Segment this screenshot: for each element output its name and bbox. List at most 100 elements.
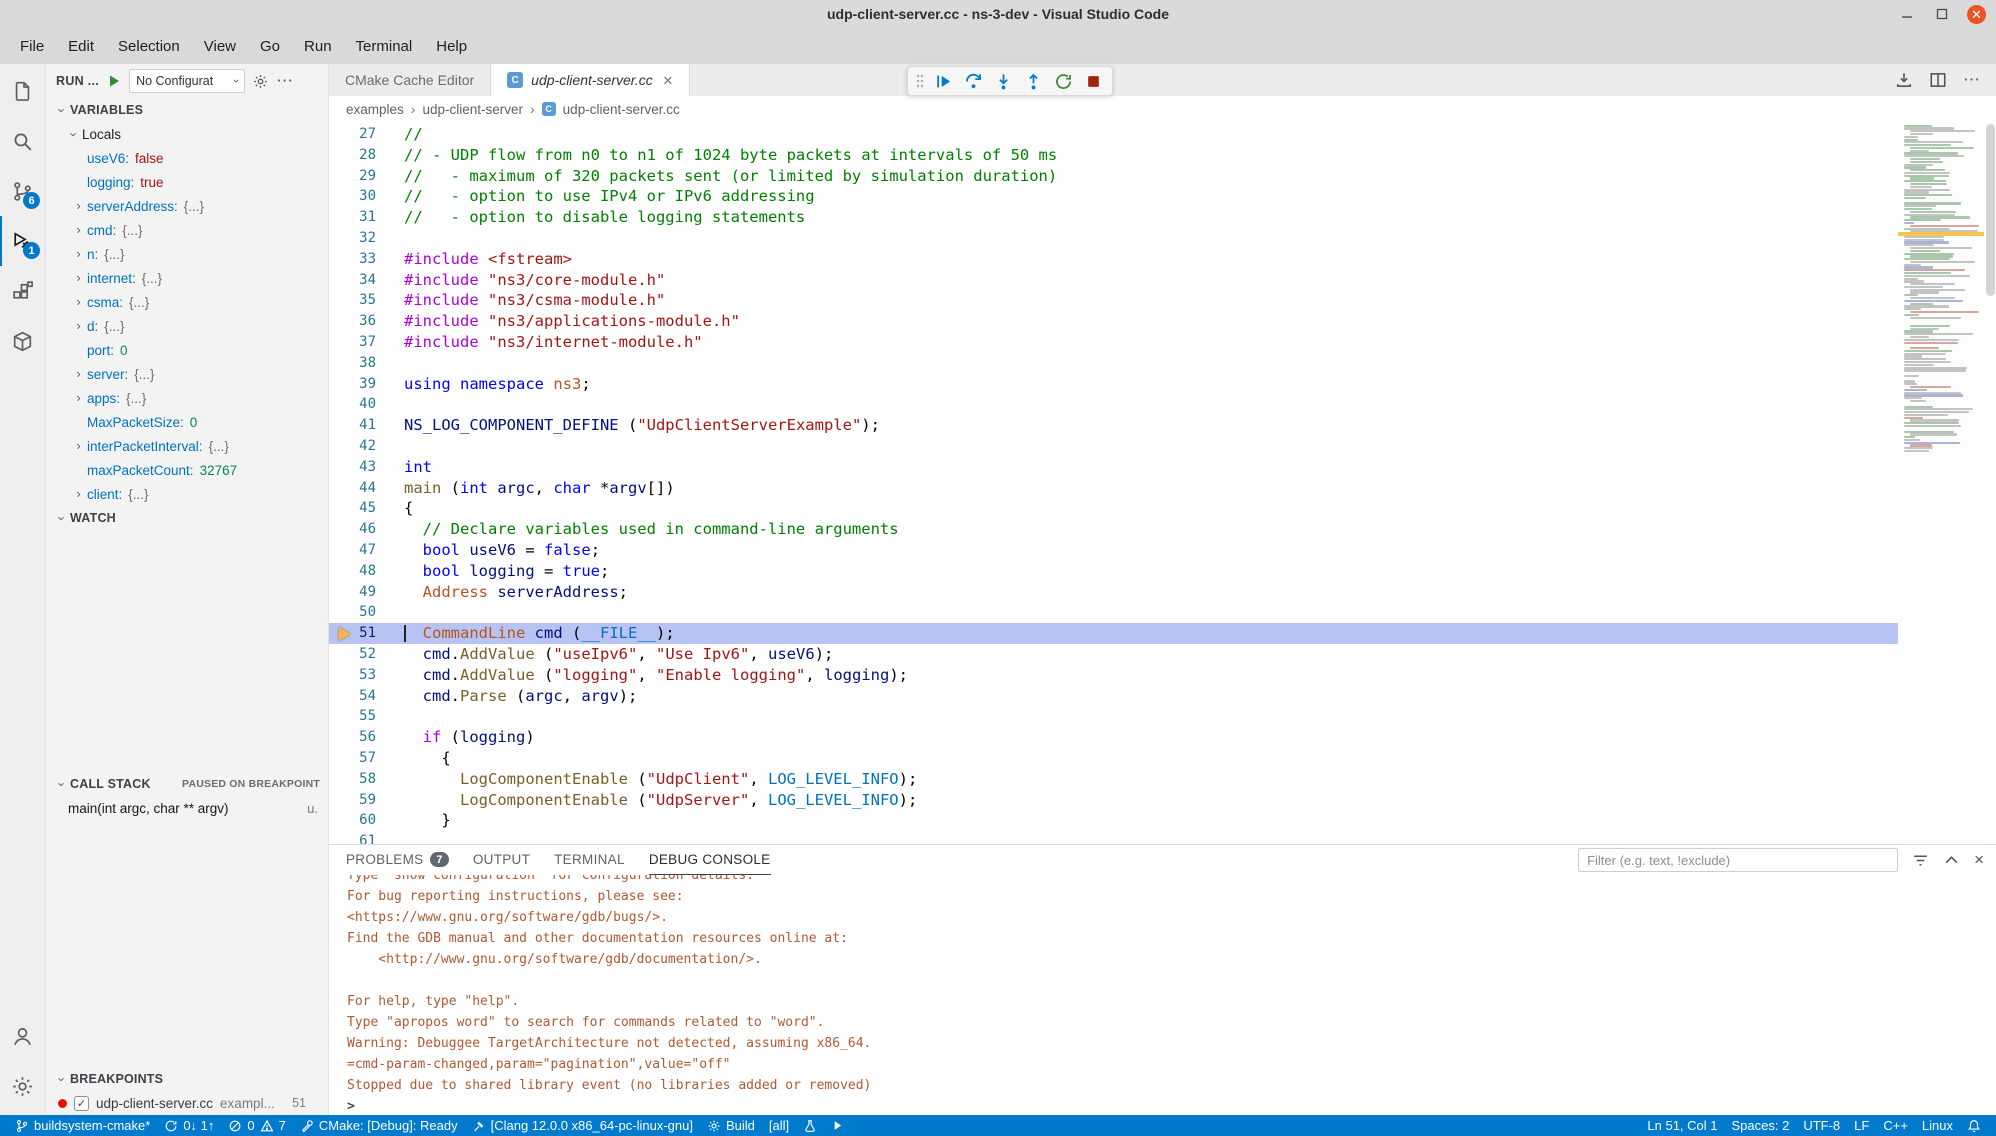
variable-row-d[interactable]: ›d:{...} [46,314,328,338]
variable-row-logging[interactable]: logging:true [46,170,328,194]
code-line-32[interactable]: 32 [329,228,1898,249]
code-line-33[interactable]: 33#include <fstream> [329,249,1898,270]
menu-edit[interactable]: Edit [56,33,106,60]
chevron-right-icon[interactable]: › [70,295,87,309]
code-line-41[interactable]: 41NS_LOG_COMPONENT_DEFINE ("UdpClientSer… [329,415,1898,436]
chevron-right-icon[interactable]: › [70,319,87,333]
run-debug-icon[interactable]: 1 [0,216,45,266]
variable-row-port[interactable]: port:0 [46,338,328,362]
variable-row-maxPacketCount[interactable]: maxPacketCount:32767 [46,458,328,482]
breadcrumb-item[interactable]: udp-client-server.cc [563,102,680,117]
sync-item[interactable]: 0↓ 1↑ [157,1115,221,1136]
code-line-49[interactable]: 49 Address serverAddress; [329,582,1898,603]
minimap[interactable] [1898,122,1984,844]
git-branch-item[interactable]: buildsystem-cmake* [8,1115,157,1136]
split-editor-icon[interactable] [1929,71,1947,89]
code-line-45[interactable]: 45{ [329,498,1898,519]
panel-tab-output[interactable]: OUTPUT [473,845,530,875]
scrollbar-thumb[interactable] [1986,124,1995,296]
code-editor[interactable]: 27//28// - UDP flow from n0 to n1 of 102… [329,122,1898,844]
breadcrumb-item[interactable]: udp-client-server [422,102,523,117]
code-line-39[interactable]: 39using namespace ns3; [329,374,1898,395]
chevron-right-icon[interactable]: › [70,367,87,381]
step-over-icon[interactable] [960,68,987,94]
breakpoint-row[interactable]: ✓ udp-client-server.cc exampl... 51 [46,1091,328,1115]
cmake-target-item[interactable]: [all] [762,1115,796,1136]
code-line-27[interactable]: 27// [329,124,1898,145]
tab-udp-client-server[interactable]: C udp-client-server.cc × [491,64,690,96]
code-line-40[interactable]: 40 [329,394,1898,415]
debug-config-dropdown[interactable]: No Configurat › [129,69,245,93]
indentation-item[interactable]: Spaces: 2 [1725,1118,1797,1133]
menu-terminal[interactable]: Terminal [344,33,425,60]
problems-item[interactable]: 0 7 [221,1115,292,1136]
settings-gear-icon[interactable] [0,1061,45,1111]
source-control-icon[interactable]: 6 [0,166,45,216]
chevron-right-icon[interactable]: › [70,487,87,501]
call-stack-section-header[interactable]: › CALL STACK PAUSED ON BREAKPOINT [46,772,328,796]
variable-row-csma[interactable]: ›csma:{...} [46,290,328,314]
code-line-43[interactable]: 43int [329,457,1898,478]
breadcrumb-item[interactable]: examples [346,102,404,117]
maximize-icon[interactable] [1932,5,1951,24]
code-line-46[interactable]: 46 // Declare variables used in command-… [329,519,1898,540]
code-line-47[interactable]: 47 bool useV6 = false; [329,540,1898,561]
code-line-51[interactable]: 51 CommandLine cmd (__FILE__); [329,623,1898,644]
menu-file[interactable]: File [8,33,56,60]
variable-row-cmd[interactable]: ›cmd:{...} [46,218,328,242]
minimize-icon[interactable] [1897,5,1916,24]
close-panel-icon[interactable]: × [1974,850,1984,870]
chevron-right-icon[interactable]: › [70,391,87,405]
menu-help[interactable]: Help [424,33,479,60]
chevron-right-icon[interactable]: › [70,199,87,213]
encoding-item[interactable]: UTF-8 [1796,1118,1847,1133]
step-into-icon[interactable] [990,68,1017,94]
drag-handle-icon[interactable] [913,68,927,94]
step-out-icon[interactable] [1020,68,1047,94]
watch-section-header[interactable]: › WATCH [46,506,328,530]
code-line-55[interactable]: 55 [329,706,1898,727]
variable-row-MaxPacketSize[interactable]: MaxPacketSize:0 [46,410,328,434]
chevron-right-icon[interactable]: › [70,439,87,453]
close-icon[interactable]: ✕ [1967,5,1986,24]
variable-row-internet[interactable]: ›internet:{...} [46,266,328,290]
code-line-30[interactable]: 30// - option to use IPv4 or IPv6 addres… [329,186,1898,207]
variable-row-interPacketInterval[interactable]: ›interPacketInterval:{...} [46,434,328,458]
variable-row-serverAddress[interactable]: ›serverAddress:{...} [46,194,328,218]
code-line-31[interactable]: 31// - option to disable logging stateme… [329,207,1898,228]
code-line-59[interactable]: 59 LogComponentEnable ("UdpServer", LOG_… [329,790,1898,811]
menu-view[interactable]: View [192,33,248,60]
code-line-50[interactable]: 50 [329,602,1898,623]
code-line-52[interactable]: 52 cmd.AddValue ("useIpv6", "Use Ipv6", … [329,644,1898,665]
download-icon[interactable] [1895,71,1913,89]
code-line-38[interactable]: 38 [329,353,1898,374]
variable-row-useV6[interactable]: useV6:false [46,146,328,170]
menu-selection[interactable]: Selection [106,33,192,60]
chevron-right-icon[interactable]: › [70,247,87,261]
editor-scrollbar[interactable] [1984,122,1996,844]
variables-section-header[interactable]: › VARIABLES [46,98,328,122]
code-line-60[interactable]: 60 } [329,810,1898,831]
cmake-status-item[interactable]: CMake: [Debug]: Ready [293,1115,465,1136]
search-icon[interactable] [0,116,45,166]
restart-icon[interactable] [1050,68,1077,94]
code-line-57[interactable]: 57 { [329,748,1898,769]
chevron-right-icon[interactable]: › [70,223,87,237]
code-line-28[interactable]: 28// - UDP flow from n0 to n1 of 1024 by… [329,145,1898,166]
os-item[interactable]: Linux [1915,1118,1960,1133]
variable-row-client[interactable]: ›client:{...} [46,482,328,506]
run-play-icon[interactable] [824,1115,851,1136]
explorer-icon[interactable] [0,66,45,116]
code-line-48[interactable]: 48 bool logging = true; [329,561,1898,582]
code-line-54[interactable]: 54 cmd.Parse (argc, argv); [329,686,1898,707]
debug-start-icon[interactable] [106,73,122,89]
variable-row-apps[interactable]: ›apps:{...} [46,386,328,410]
maximize-panel-icon[interactable] [1943,852,1960,869]
code-line-36[interactable]: 36#include "ns3/applications-module.h" [329,311,1898,332]
close-tab-icon[interactable]: × [663,72,673,89]
breakpoints-section-header[interactable]: › BREAKPOINTS [46,1067,328,1091]
code-line-56[interactable]: 56 if (logging) [329,727,1898,748]
panel-tab-problems[interactable]: PROBLEMS7 [346,845,449,875]
notifications-bell-icon[interactable] [1960,1119,1988,1133]
debug-console[interactable]: Type "show configuration" for configurat… [329,875,1996,1115]
